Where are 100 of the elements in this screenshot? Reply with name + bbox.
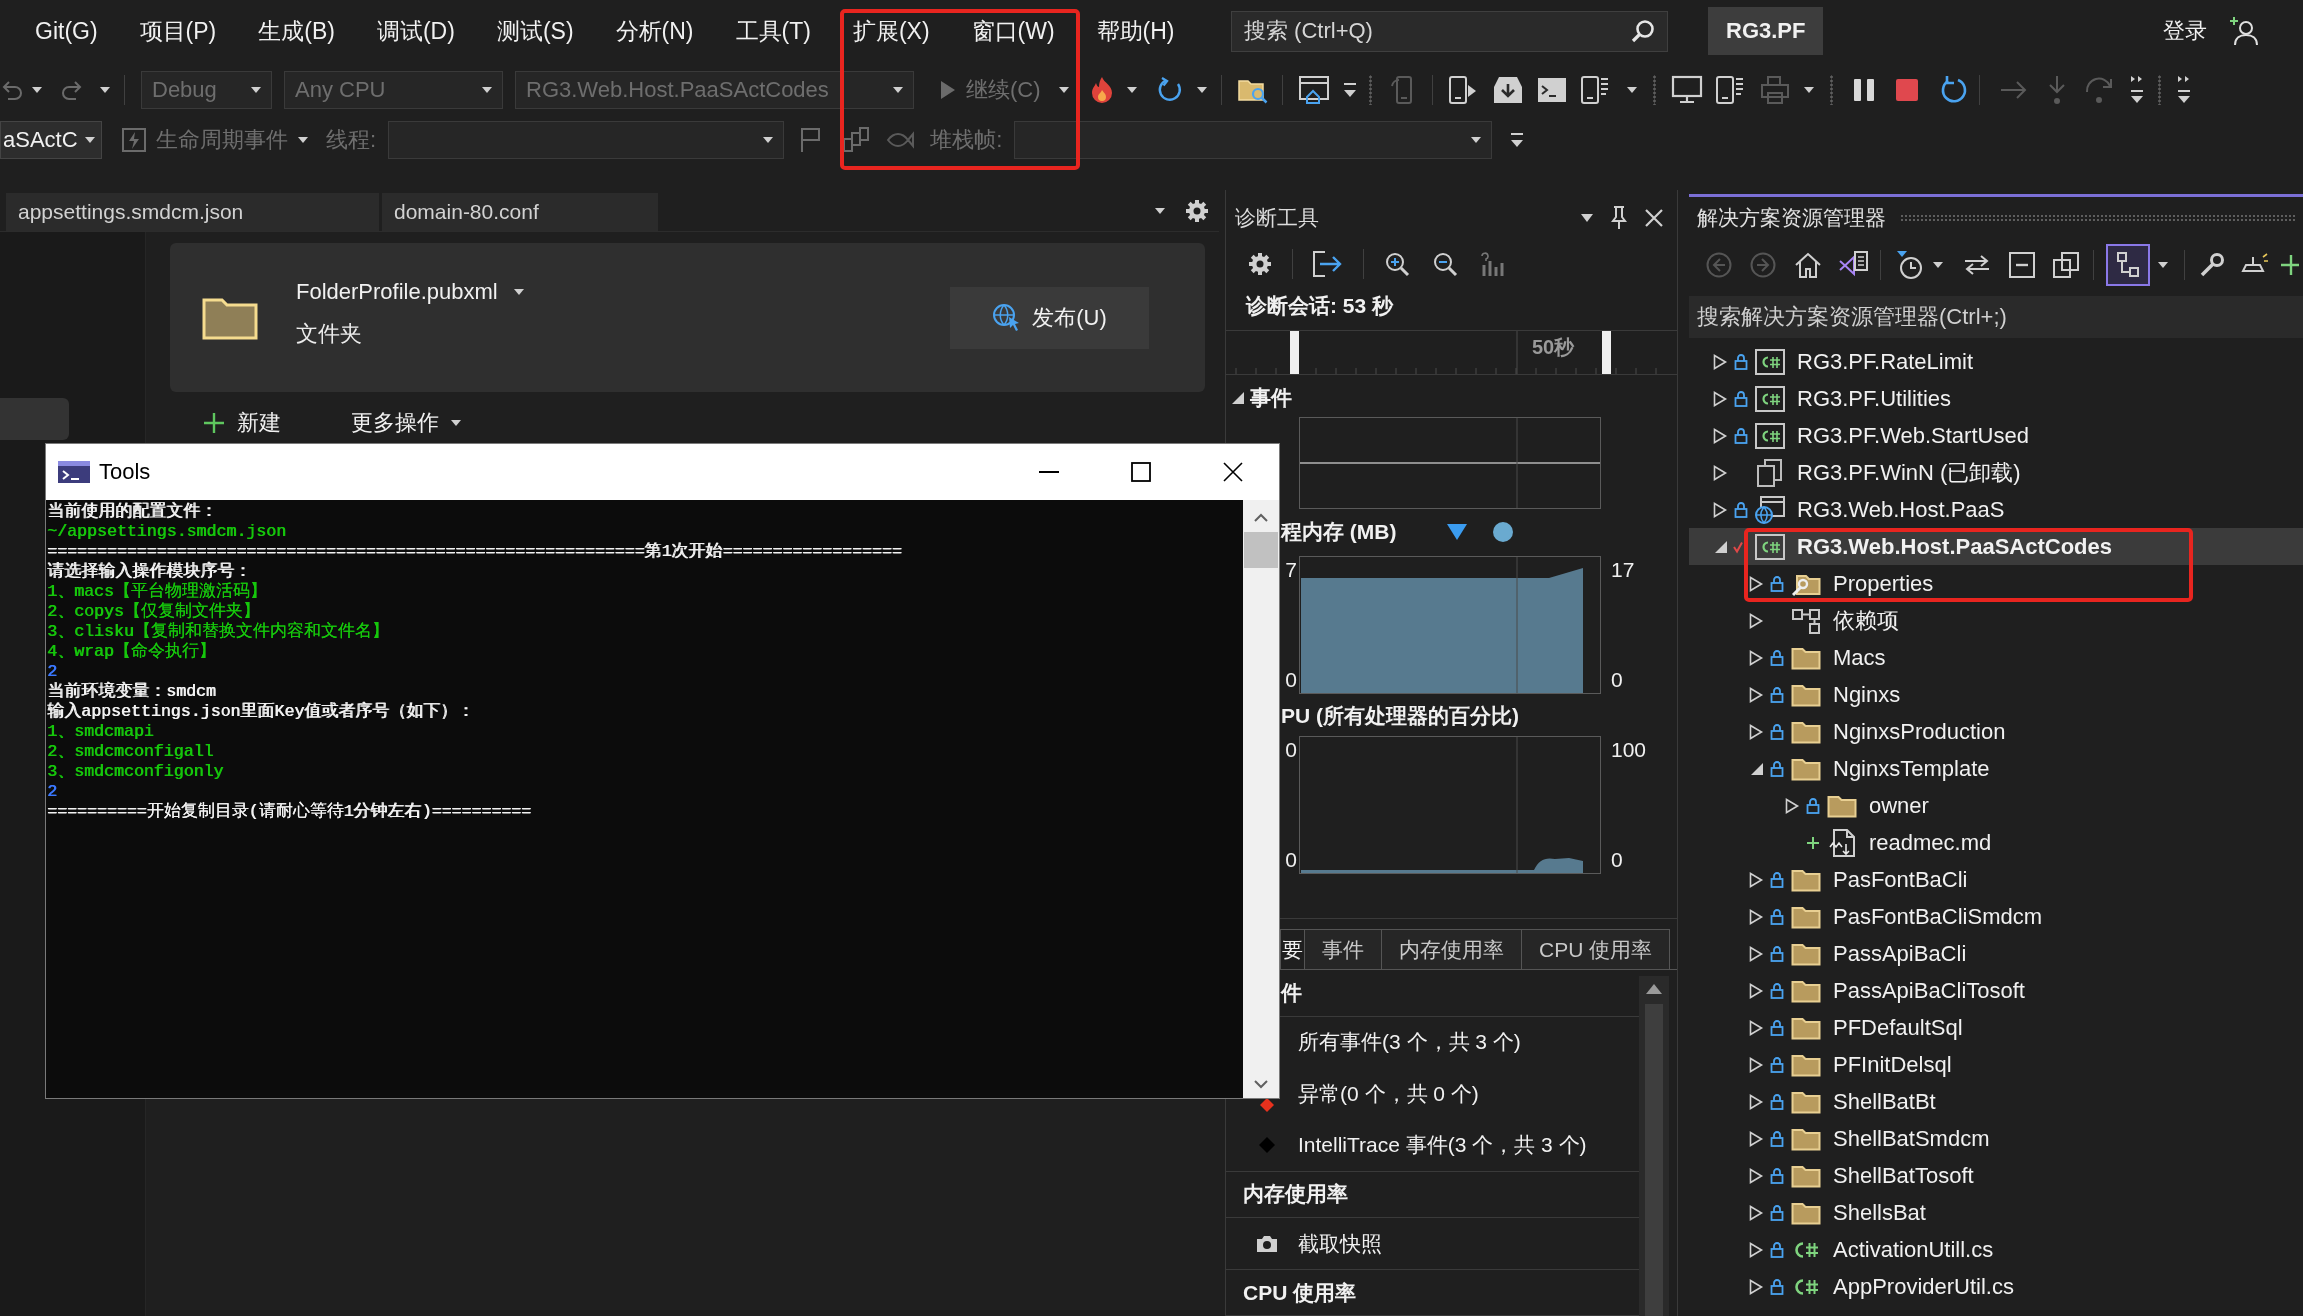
- tree-item[interactable]: RG3.PF.Web.StartUsed: [1689, 417, 2303, 454]
- logo-document-icon[interactable]: [1838, 251, 1868, 279]
- tree-item[interactable]: RG3.Web.Host.PaaSActCodes: [1689, 528, 2303, 565]
- tree-item[interactable]: PFInitDelsql: [1689, 1046, 2303, 1083]
- summary-item[interactable]: 截取快照: [1298, 1229, 1382, 1258]
- expander-icon[interactable]: [1713, 353, 1727, 370]
- expander-icon[interactable]: [1749, 945, 1763, 962]
- expander-icon[interactable]: [1749, 1130, 1763, 1147]
- monitor-icon[interactable]: [1671, 76, 1702, 104]
- expander-icon[interactable]: [1785, 797, 1799, 814]
- tree-item[interactable]: ShellBatSmdcm: [1689, 1120, 2303, 1157]
- close-icon[interactable]: [1645, 209, 1663, 227]
- bar-chart-icon[interactable]: [1480, 251, 1504, 277]
- caret-icon[interactable]: [1058, 87, 1069, 93]
- summary-item[interactable]: IntelliTrace 事件(3 个，共 3 个): [1298, 1131, 1587, 1160]
- summary-item[interactable]: 异常(0 个，共 0 个): [1298, 1079, 1479, 1108]
- expander-icon[interactable]: [1713, 501, 1727, 518]
- phone-list-icon[interactable]: [1580, 76, 1609, 104]
- download-box-icon[interactable]: [1492, 76, 1523, 104]
- expander-icon[interactable]: [1749, 575, 1763, 592]
- caret-icon[interactable]: [2158, 262, 2168, 268]
- menu-item[interactable]: 帮助(H): [1090, 17, 1181, 45]
- toolbar-overflow-icon[interactable]: [2176, 75, 2191, 105]
- search-field[interactable]: 搜索 (Ctrl+Q): [1231, 10, 1668, 52]
- caret-icon[interactable]: [1626, 87, 1637, 93]
- scroll-up-icon[interactable]: [1646, 984, 1662, 994]
- search-input[interactable]: 搜索解决方案资源管理器(Ctrl+;): [1697, 304, 2303, 330]
- tree-item[interactable]: PasFontBaCli: [1689, 861, 2303, 898]
- scroll-up-icon[interactable]: [1254, 514, 1268, 522]
- expander-icon[interactable]: [1749, 871, 1763, 888]
- phone-arc-icon[interactable]: [1389, 76, 1414, 104]
- more-actions-button[interactable]: 更多操作: [351, 408, 461, 438]
- pin-icon[interactable]: [1611, 206, 1627, 230]
- expander-icon[interactable]: [1751, 762, 1763, 775]
- menu-item[interactable]: Git(G): [29, 17, 104, 45]
- caret-icon[interactable]: [1196, 87, 1207, 93]
- scrollbar[interactable]: [1243, 500, 1279, 1098]
- hierarchy-icon[interactable]: [2106, 244, 2150, 286]
- tree-item[interactable]: PassApiBaCliTosoft: [1689, 972, 2303, 1009]
- menu-item[interactable]: 工具(T): [729, 17, 817, 45]
- tree-item[interactable]: 依赖项: [1689, 602, 2303, 639]
- expander-icon[interactable]: [1713, 390, 1727, 407]
- phone-list-icon[interactable]: [1715, 76, 1744, 104]
- tree-item[interactable]: NginxsProduction: [1689, 713, 2303, 750]
- stop-icon[interactable]: [1894, 78, 1919, 102]
- redo-icon[interactable]: [62, 79, 84, 101]
- curved-arrow-dot-icon[interactable]: [2083, 76, 2114, 104]
- overflow-icon[interactable]: [1510, 132, 1525, 148]
- fish-icon[interactable]: [886, 130, 915, 150]
- tree-item[interactable]: ActivationUtill.cs: [1689, 1231, 2303, 1268]
- expander-icon[interactable]: [1749, 612, 1763, 629]
- range-handle[interactable]: [1602, 331, 1611, 374]
- stepped-squares-icon[interactable]: [842, 127, 871, 153]
- scroll-down-icon[interactable]: [1254, 1080, 1268, 1088]
- zoom-out-icon[interactable]: [1432, 251, 1458, 277]
- expander-icon[interactable]: [1713, 464, 1727, 481]
- multiple-windows-icon[interactable]: [2053, 252, 2079, 278]
- printer-icon[interactable]: [1759, 76, 1790, 104]
- profile-dropdown[interactable]: FolderProfile.pubxml: [296, 278, 524, 305]
- panel-tab[interactable]: 事件: [1304, 929, 1382, 969]
- tree-item[interactable]: RG3.PF.RateLimit: [1689, 343, 2303, 380]
- tree-item[interactable]: ShellBatTosoft: [1689, 1157, 2303, 1194]
- document-tab[interactable]: domain-80.conf: [382, 193, 658, 231]
- expander-icon[interactable]: [1749, 1093, 1763, 1110]
- caret-icon[interactable]: [32, 87, 42, 93]
- tree-item[interactable]: AppProviderUtil.cs: [1689, 1268, 2303, 1305]
- expander-icon[interactable]: [1749, 1167, 1763, 1184]
- export-icon[interactable]: [1313, 251, 1343, 277]
- expander-icon[interactable]: [1232, 392, 1244, 404]
- caret-icon[interactable]: [1581, 214, 1593, 222]
- expander-icon[interactable]: [1749, 1278, 1763, 1295]
- gear-icon[interactable]: [1185, 198, 1209, 223]
- tree-item[interactable]: Properties: [1689, 565, 2303, 602]
- add-user-icon[interactable]: [2229, 16, 2259, 46]
- expander-icon[interactable]: [1749, 1241, 1763, 1258]
- tree-item[interactable]: ShellBatBt: [1689, 1083, 2303, 1120]
- sign-in-button[interactable]: 登录: [2159, 14, 2211, 48]
- expander-icon[interactable]: [1749, 982, 1763, 999]
- tree-item[interactable]: ShellsBat: [1689, 1194, 2303, 1231]
- expander-icon[interactable]: [1749, 1204, 1763, 1221]
- expander-icon[interactable]: [1749, 723, 1763, 740]
- clock-icon[interactable]: [1895, 250, 1923, 280]
- pause-icon[interactable]: [1852, 78, 1875, 102]
- caret-icon[interactable]: [1803, 87, 1814, 93]
- caret-icon[interactable]: [1933, 262, 1943, 268]
- search-input[interactable]: 搜索 (Ctrl+Q): [1244, 18, 1631, 44]
- tree-item[interactable]: NginxsTemplate: [1689, 750, 2303, 787]
- panel-tab[interactable]: 内存使用率: [1381, 929, 1522, 969]
- caret-icon[interactable]: [100, 87, 110, 93]
- tree-item[interactable]: RG3.PF.Utilities: [1689, 380, 2303, 417]
- expander-icon[interactable]: [1749, 686, 1763, 703]
- scrollbar-thumb[interactable]: [1244, 532, 1278, 568]
- terminal-icon[interactable]: [1536, 77, 1567, 103]
- expander-icon[interactable]: [1749, 908, 1763, 925]
- arrow-right-icon[interactable]: [1999, 80, 2028, 100]
- caret-icon[interactable]: [1155, 207, 1165, 214]
- tree-item[interactable]: RG3.PF.WinN (已卸载): [1689, 454, 2303, 491]
- zoom-in-icon[interactable]: [1384, 251, 1410, 277]
- toolbar-overflow-icon[interactable]: [2129, 75, 2144, 105]
- scrollbar[interactable]: [1639, 976, 1669, 1316]
